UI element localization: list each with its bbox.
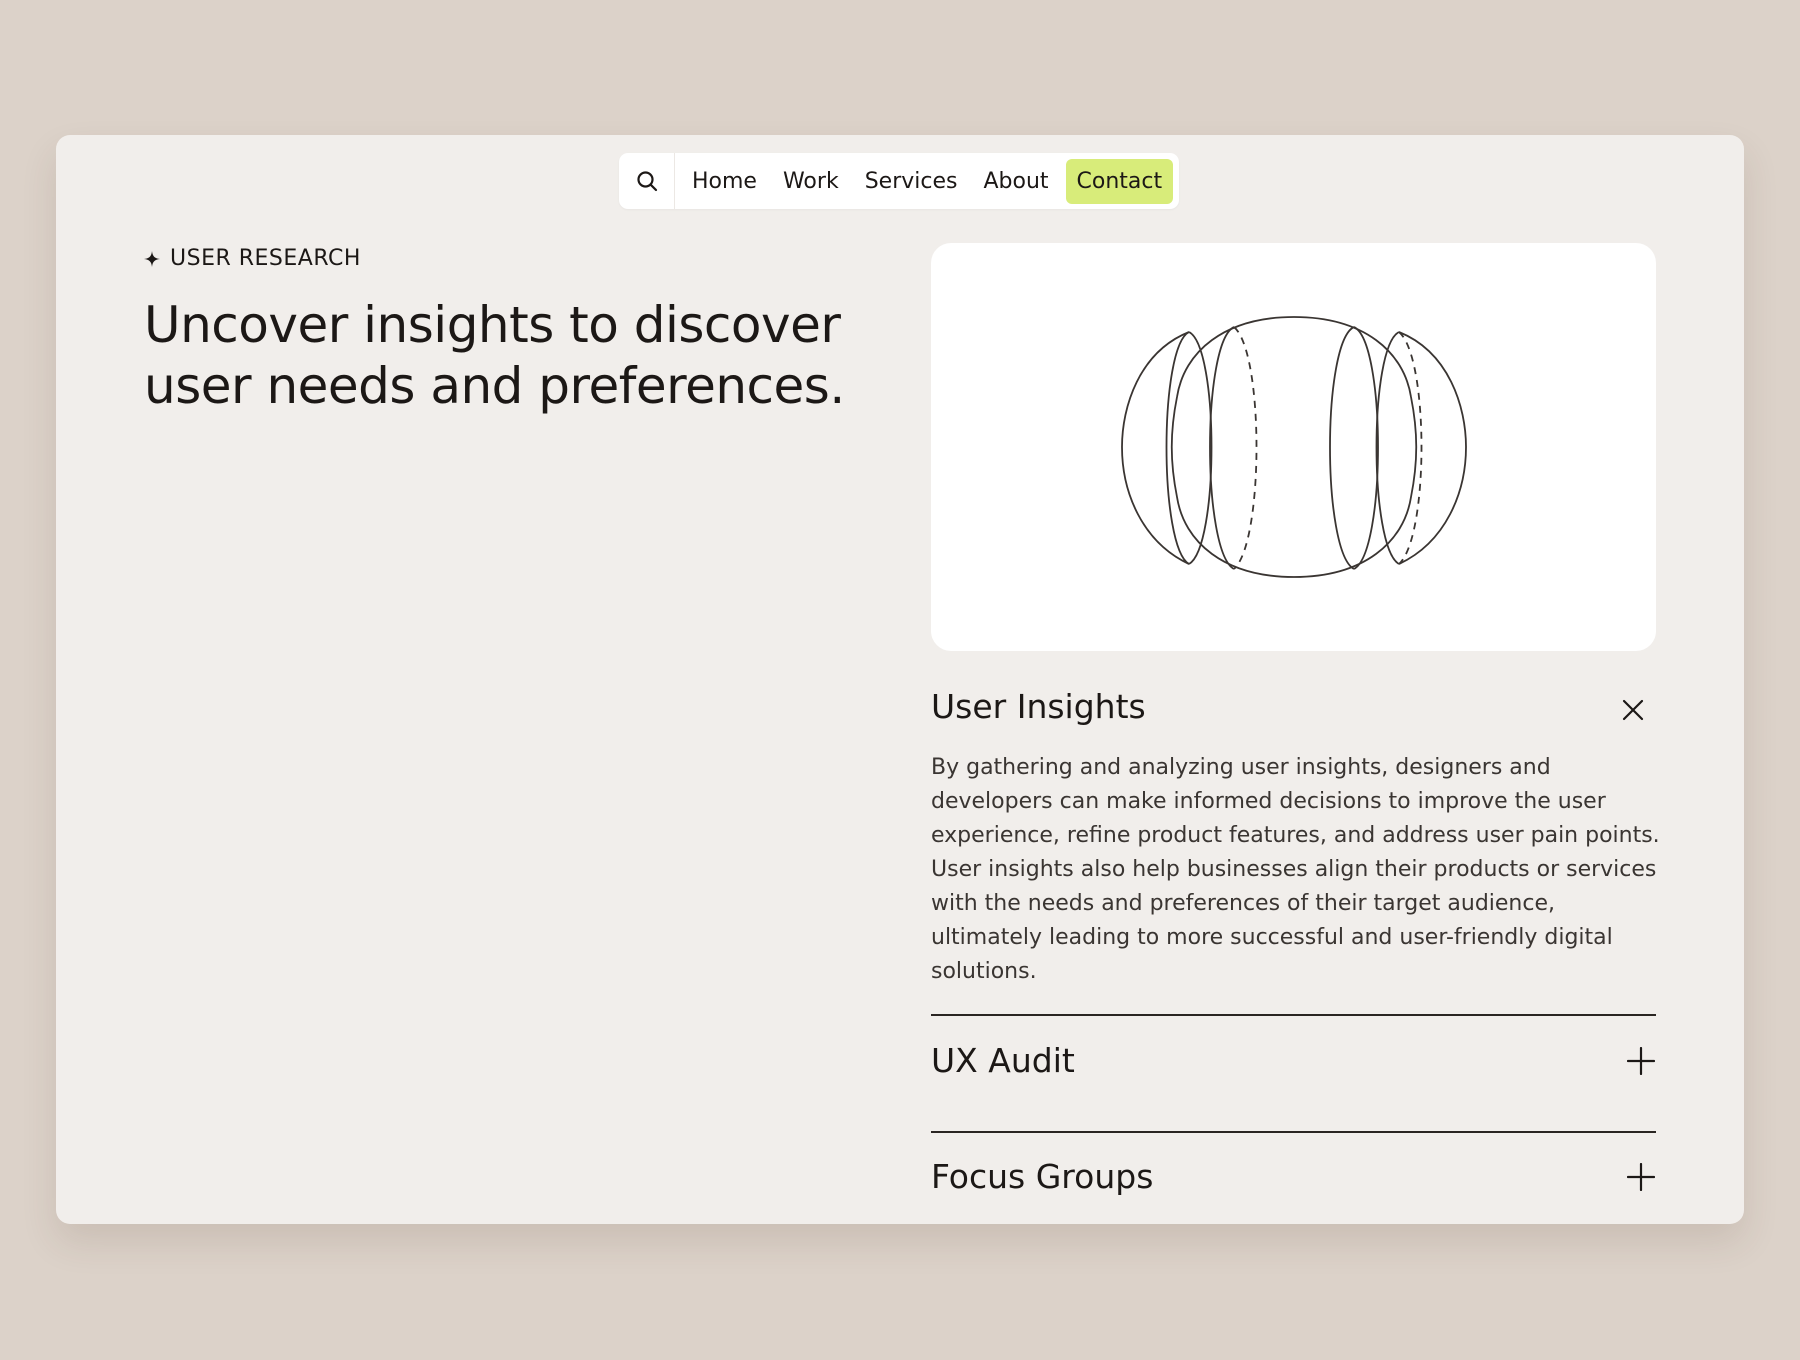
section-eyebrow: USER RESEARCH — [144, 246, 361, 271]
accordion-divider — [931, 1131, 1656, 1133]
top-nav: Home Work Services About Contact — [619, 153, 1180, 209]
illustration-card — [931, 243, 1656, 651]
accordion-open-title[interactable]: User Insights — [931, 687, 1146, 726]
nav-link-about[interactable]: About — [970, 161, 1061, 202]
page-headline: Uncover insights to discover user needs … — [144, 296, 845, 415]
accordion-item-ux-audit[interactable]: UX Audit — [931, 1041, 1656, 1080]
accordion-item-label: UX Audit — [931, 1041, 1075, 1080]
close-icon — [1622, 699, 1644, 721]
nav-link-work[interactable]: Work — [770, 161, 852, 202]
page-card: Home Work Services About Contact USER RE… — [56, 135, 1744, 1224]
nav-link-services[interactable]: Services — [852, 161, 971, 202]
search-button[interactable] — [619, 153, 675, 209]
contact-button[interactable]: Contact — [1065, 158, 1174, 204]
accordion-item-label: Focus Groups — [931, 1157, 1154, 1196]
segmented-sphere-illustration — [1120, 316, 1467, 578]
plus-icon[interactable] — [1626, 1162, 1656, 1192]
search-icon — [636, 171, 657, 192]
accordion-item-focus-groups[interactable]: Focus Groups — [931, 1157, 1656, 1196]
plus-icon[interactable] — [1626, 1046, 1656, 1076]
accordion-close-button[interactable] — [1618, 695, 1648, 725]
sparkle-icon — [144, 250, 160, 267]
nav-link-home[interactable]: Home — [679, 161, 770, 202]
accordion-open-body: By gathering and analyzing user insights… — [931, 755, 1660, 984]
eyebrow-label: USER RESEARCH — [170, 246, 361, 271]
accordion-divider — [931, 1014, 1656, 1016]
